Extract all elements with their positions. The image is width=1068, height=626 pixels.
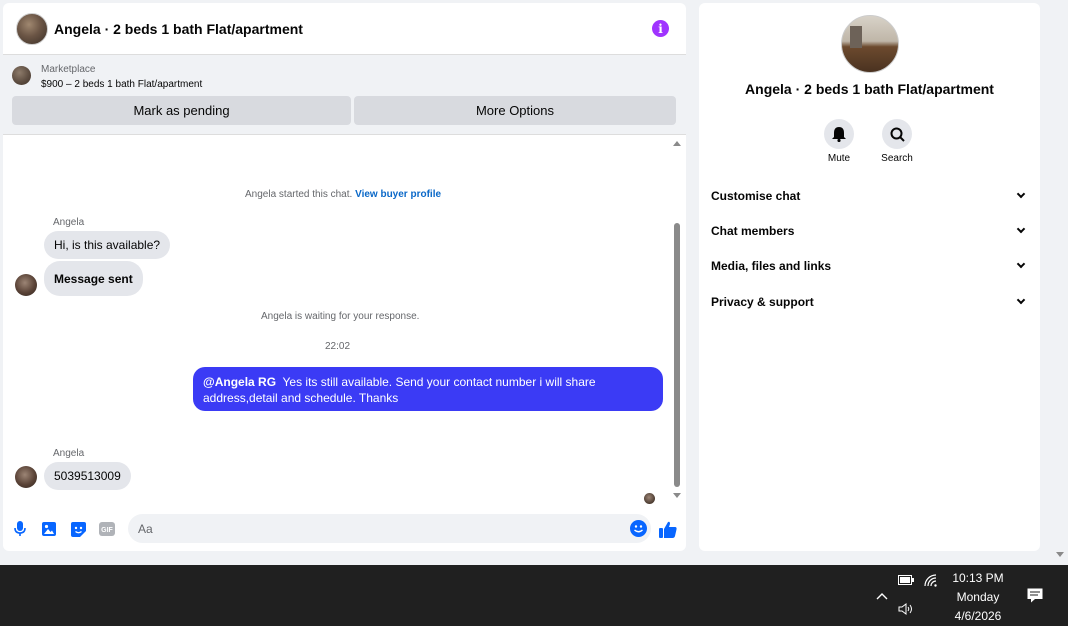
section-label: Privacy & support [711, 295, 814, 309]
like-icon[interactable] [659, 520, 677, 538]
message-input[interactable] [138, 514, 618, 543]
message-input-box[interactable] [128, 514, 651, 543]
clock-time: 10:13 PM [952, 571, 1004, 585]
mark-as-pending-button[interactable]: Mark as pending [12, 96, 351, 125]
chat-panel: Angela · 2 beds 1 bath Flat/apartment i … [3, 3, 686, 551]
incoming-message[interactable]: Hi, is this available? [44, 231, 171, 259]
scroll-down-arrow-icon[interactable] [673, 493, 681, 498]
search-icon [890, 127, 905, 142]
search-button[interactable] [882, 119, 912, 149]
outgoing-message[interactable]: @Angela RG Yes its still available. Send… [193, 367, 663, 411]
gif-icon-label: GIF [101, 527, 113, 534]
privacy-support-section[interactable]: Privacy & support [711, 292, 1028, 312]
marketplace-bar: Marketplace $900 – 2 beds 1 bath Flat/ap… [3, 54, 686, 135]
search-label: Search [881, 153, 913, 164]
scroll-up-arrow-icon[interactable] [673, 141, 681, 146]
system-clock[interactable]: 10:13 PM Monday 4/6/2026 [940, 569, 1016, 626]
marketplace-label: Marketplace [41, 64, 96, 75]
sender-name: Angela [53, 448, 85, 459]
sender-avatar[interactable] [15, 274, 37, 296]
contact-avatar[interactable] [16, 12, 48, 45]
message-scrollbar[interactable] [671, 135, 682, 507]
wifi-icon[interactable] [923, 573, 939, 587]
notification-icon[interactable] [1027, 587, 1043, 603]
mute-button[interactable] [824, 119, 854, 149]
incoming-message[interactable]: Message sent [44, 261, 143, 296]
chevron-up-icon[interactable] [875, 589, 889, 603]
message-composer: GIF [3, 511, 686, 551]
listing-thumbnail[interactable] [12, 66, 31, 85]
customise-chat-section[interactable]: Customise chat [711, 186, 1028, 206]
listing-description[interactable]: $900 – 2 beds 1 bath Flat/apartment [41, 79, 202, 90]
chat-members-section[interactable]: Chat members [711, 221, 1028, 241]
chat-info-panel: Angela · 2 beds 1 bath Flat/apartment Mu… [699, 3, 1040, 551]
message-timestamp: 22:02 [325, 341, 351, 352]
more-options-button[interactable]: More Options [354, 96, 676, 125]
media-files-links-section[interactable]: Media, files and links [711, 256, 1028, 276]
page-scroll-down-arrow-icon[interactable] [1056, 552, 1064, 557]
mention[interactable]: @Angela RG [203, 375, 276, 389]
section-label: Customise chat [711, 189, 801, 203]
info-icon[interactable]: i [652, 20, 669, 37]
incoming-message[interactable]: 5039513009 [44, 462, 131, 490]
mute-label: Mute [827, 153, 851, 164]
chat-title[interactable]: Angela · 2 beds 1 bath Flat/apartment [54, 21, 303, 37]
chevron-down-icon [1016, 259, 1026, 269]
seen-indicator-avatar [644, 493, 655, 504]
taskbar: 10:13 PM Monday 4/6/2026 [0, 565, 1068, 626]
chevron-down-icon [1016, 295, 1026, 305]
image-icon[interactable] [41, 521, 57, 537]
bell-icon [832, 126, 846, 142]
profile-name: Angela · 2 beds 1 bath Flat/apartment [745, 81, 994, 97]
battery-icon[interactable] [897, 574, 915, 586]
profile-avatar[interactable] [841, 15, 899, 73]
clock-date: 4/6/2026 [954, 609, 1002, 623]
chat-started-text: Angela started this chat. [245, 189, 353, 200]
sender-avatar[interactable] [15, 466, 37, 488]
microphone-icon[interactable] [12, 521, 28, 537]
chat-started-notice: Angela started this chat. View buyer pro… [245, 189, 441, 200]
speaker-icon[interactable] [897, 602, 915, 616]
scroll-thumb[interactable] [674, 223, 680, 487]
section-label: Media, files and links [711, 259, 832, 273]
sticker-icon[interactable] [70, 521, 86, 537]
section-label: Chat members [711, 224, 795, 238]
message-list[interactable]: Angela started this chat. View buyer pro… [3, 135, 686, 507]
view-buyer-profile-link[interactable]: View buyer profile [355, 189, 441, 200]
chevron-down-icon [1016, 189, 1026, 199]
clock-day: Monday [956, 590, 1000, 604]
chat-header: Angela · 2 beds 1 bath Flat/apartment i [3, 3, 686, 54]
sender-name: Angela [53, 217, 85, 228]
chevron-down-icon [1016, 224, 1026, 234]
emoji-icon[interactable] [630, 520, 647, 537]
waiting-notice: Angela is waiting for your response. [261, 311, 420, 322]
gif-icon[interactable]: GIF [99, 521, 115, 537]
